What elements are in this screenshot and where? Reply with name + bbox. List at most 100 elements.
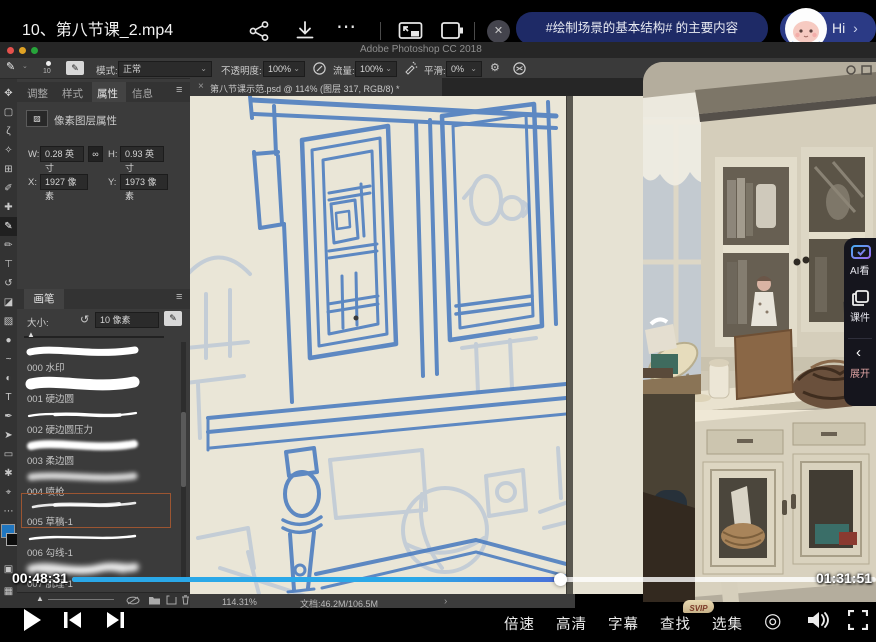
window-zoom-light[interactable] [31,47,38,54]
close-icon: ✕ [494,25,503,37]
current-time: 00:48:31 [12,570,68,586]
footer-slider-thumb[interactable]: ▲ [36,594,44,603]
more-tools[interactable]: ⋯ [0,502,17,521]
smudge-tool[interactable]: ~ [0,350,17,369]
brush-tool-selected[interactable]: ✎ [0,217,17,236]
mode-select[interactable]: 正常 ⌄ [118,61,212,77]
link-dimensions-icon[interactable]: ∞ [88,146,103,162]
reference-image-window[interactable] [643,62,876,602]
progress-handle[interactable] [554,573,567,586]
preview-eye-icon[interactable] [126,596,140,605]
find-button[interactable]: 查找 [660,613,691,634]
previous-button[interactable] [62,610,86,630]
dodge-tool[interactable]: ◐ [0,369,17,388]
pencil-tool[interactable]: ✏ [0,236,17,255]
opacity-field[interactable]: 100% ⌄ [263,61,305,77]
volume-icon[interactable] [806,610,830,630]
type-tool[interactable]: T [0,388,17,407]
gradient-tool[interactable]: ▨ [0,312,17,331]
hand-tool[interactable]: ✱ [0,464,17,483]
slider-thumb[interactable]: ▲ [27,330,35,339]
ai-watch-button[interactable]: AI看 [844,244,876,286]
courseware-button[interactable]: 课件 [844,290,876,334]
smoothing-field[interactable]: 0% ⌄ [446,61,482,77]
scrollbar-thumb[interactable] [181,412,186,487]
quick-select-tool[interactable]: ✧ [0,141,17,160]
reference-window-controls[interactable] [846,64,874,76]
y-field[interactable]: 1973 像素 [120,174,168,190]
history-brush-tool[interactable]: ↺ [0,274,17,293]
blur-tool[interactable]: ● [0,331,17,350]
pip-icon[interactable] [398,20,424,42]
gear-icon[interactable]: ⚙ [490,61,500,74]
mini-player-icon[interactable] [440,20,464,42]
tab-info[interactable]: 信息 [132,86,153,101]
progress-fill [72,577,560,582]
status-expand-icon[interactable]: › [444,596,447,607]
next-button[interactable] [102,610,126,630]
window-minimize-light[interactable] [19,47,26,54]
airbrush-icon[interactable] [403,61,418,76]
quality-button[interactable]: 高清 [556,613,587,634]
brush-size-field[interactable]: 10 像素 [95,312,159,328]
brush-panel-tab[interactable]: 画笔 [24,289,64,309]
close-button[interactable]: ✕ [487,20,510,43]
toggle-brush-panel-icon[interactable]: ✎ [66,61,84,75]
tab-adjustments[interactable]: 调整 [27,86,48,101]
pressure-size-icon[interactable] [512,61,527,76]
shape-tool[interactable]: ▭ [0,445,17,464]
footer-slider-track[interactable] [48,599,114,600]
brush-size-slider[interactable] [24,336,164,338]
panel-menu-icon[interactable]: ≡ [176,84,182,96]
episodes-button[interactable]: 选集 [712,613,743,634]
brush-list-scrollbar[interactable] [181,342,186,578]
eraser-tool[interactable]: ◪ [0,293,17,312]
clone-stamp-tool[interactable]: ⊤ [0,255,17,274]
move-tool[interactable]: ✥ [0,84,17,103]
zoom-tool[interactable]: ⌖ [0,483,17,502]
download-icon[interactable] [294,20,316,42]
folder-icon[interactable] [148,595,161,605]
new-brush-icon[interactable] [166,595,177,605]
toggle-brush-panel-icon[interactable]: ✎ [164,311,182,326]
canvas[interactable] [190,96,566,594]
expand-button[interactable]: ‹ 展开 [844,344,876,388]
opacity-value: 100% [268,64,291,74]
play-button[interactable] [22,608,42,632]
healing-tool[interactable]: ✚ [0,198,17,217]
document-tab[interactable]: × 第八节课示范.psd @ 114% (图层 317, RGB/8) * [190,78,442,96]
eyedropper-tool[interactable]: ✐ [0,179,17,198]
topic-pill[interactable]: #绘制场景的基本结构# 的主要内容 [516,12,768,45]
brush-preview-dot[interactable] [46,61,51,66]
tab-styles[interactable]: 样式 [62,86,83,101]
chevron-down-icon: ⌄ [200,62,207,76]
mode-value: 正常 [123,64,141,74]
trash-icon[interactable] [181,595,190,605]
zoom-level[interactable]: 114.31% [222,597,257,607]
w-field[interactable]: 0.28 英寸 [40,146,84,162]
pen-tool[interactable]: ✒ [0,407,17,426]
path-select-tool[interactable]: ➤ [0,426,17,445]
h-field[interactable]: 0.93 英寸 [120,146,164,162]
flow-field[interactable]: 100% ⌄ [355,61,397,77]
fullscreen-icon[interactable] [848,610,868,630]
speed-button[interactable]: 倍速 [504,613,535,634]
more-icon[interactable]: ⋯ [336,14,356,39]
share-icon[interactable] [248,20,270,42]
tab-close-icon[interactable]: × [198,81,204,92]
brush-name: 006 勾线-1 [27,545,73,559]
y-label: Y: [108,177,116,188]
pressure-opacity-icon[interactable] [312,61,327,76]
video-title: 10、第八节课_2.mp4 [22,16,173,40]
window-close-light[interactable] [7,47,14,54]
brush-tool-icon[interactable]: ✎ [6,60,15,73]
lasso-tool[interactable]: ζ [0,122,17,141]
marquee-tool[interactable]: ▢ [0,103,17,122]
subtitles-button[interactable]: 字幕 [608,613,639,634]
hi-label: Hi [832,20,845,36]
x-field[interactable]: 1927 像素 [40,174,88,190]
settings-icon[interactable]: ◎ [764,608,781,633]
reset-icon[interactable]: ↺ [80,313,89,326]
panel-menu-icon[interactable]: ≡ [176,291,182,303]
crop-tool[interactable]: ⊞ [0,160,17,179]
